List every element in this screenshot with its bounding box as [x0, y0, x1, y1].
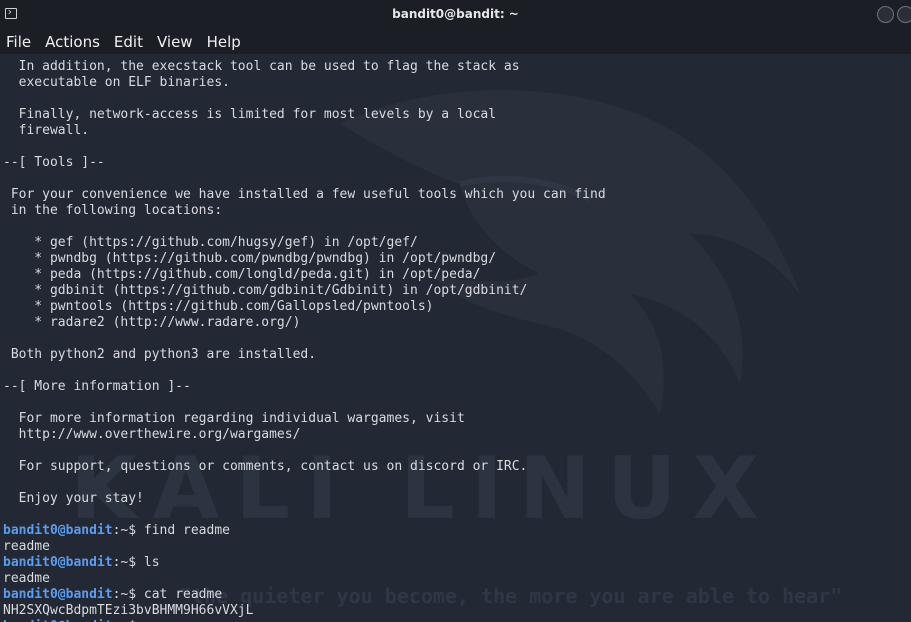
menu-edit[interactable]: Edit — [107, 30, 150, 54]
command-output: readme — [3, 571, 50, 586]
close-button[interactable] — [897, 6, 911, 23]
prompt-line: bandit0@bandit:~$ cat readme — [3, 587, 911, 603]
prompt-line: bandit0@bandit:~$ ls — [3, 555, 911, 571]
menu-view[interactable]: View — [150, 30, 200, 54]
terminal-line: For support, questions or comments, cont… — [3, 459, 528, 474]
terminal-area[interactable]: KALI LINUX "the quieter you become, the … — [0, 54, 911, 622]
command-output: NH2SXQwcBdpmTEzi3bvBHMM9H66vVXjL — [3, 603, 254, 618]
terminal-line: Enjoy your stay! — [3, 491, 144, 506]
menu-file[interactable]: File — [0, 30, 38, 54]
terminal-line: http://www.overthewire.org/wargames/ — [3, 427, 301, 442]
menu-bar: File Actions Edit View Help — [0, 30, 911, 54]
terminal-line: * pwntools (https://github.com/Gallopsle… — [3, 299, 434, 314]
terminal-window: bandit0@bandit: ~ File Actions Edit View… — [0, 0, 911, 622]
prompt-path: :~ — [112, 523, 129, 538]
terminal-line: --[ Tools ]-- — [3, 155, 105, 170]
terminal-line: executable on ELF binaries. — [3, 75, 230, 90]
prompt-path: :~ — [112, 555, 129, 570]
prompt-user: bandit0@bandit — [3, 555, 113, 570]
terminal-line: Finally, network-access is limited for m… — [3, 107, 497, 122]
terminal-line: For more information regarding individua… — [3, 411, 465, 426]
terminal-line: For your convenience we have installed a… — [3, 187, 606, 202]
terminal-line: * gdbinit (https://github.com/gdbinit/Gd… — [3, 283, 528, 298]
prompt-path: :~ — [112, 587, 129, 602]
terminal-line: * peda (https://github.com/longld/peda.g… — [3, 267, 481, 282]
command-text: cat readme — [143, 587, 223, 602]
command-output: readme — [3, 539, 50, 554]
terminal-output: In addition, the execstack tool can be u… — [3, 59, 911, 622]
terminal-line: Both python2 and python3 are installed. — [3, 347, 317, 362]
command-text: ls — [143, 555, 160, 570]
terminal-line: * gef (https://github.com/hugsy/gef) in … — [3, 235, 418, 250]
terminal-line: * radare2 (http://www.radare.org/) — [3, 315, 301, 330]
terminal-line: * pwndbg (https://github.com/pwndbg/pwnd… — [3, 251, 497, 266]
menu-actions[interactable]: Actions — [38, 30, 107, 54]
window-title: bandit0@bandit: ~ — [392, 7, 519, 21]
prompt-user: bandit0@bandit — [3, 587, 113, 602]
minimize-button[interactable] — [877, 6, 894, 23]
prompt-user: bandit0@bandit — [3, 523, 113, 538]
title-bar[interactable]: bandit0@bandit: ~ — [0, 0, 911, 30]
prompt-symbol: $ — [128, 587, 144, 602]
prompt-symbol: $ — [128, 523, 144, 538]
terminal-line: firewall. — [3, 123, 90, 138]
terminal-line: In addition, the execstack tool can be u… — [3, 59, 520, 74]
terminal-line: --[ More information ]-- — [3, 379, 191, 394]
menu-help[interactable]: Help — [200, 30, 248, 54]
prompt-symbol: $ — [128, 555, 144, 570]
prompt-line: bandit0@bandit:~$ find readme — [3, 523, 911, 539]
command-text: find readme — [143, 523, 230, 538]
terminal-line: in the following locations: — [3, 203, 223, 218]
